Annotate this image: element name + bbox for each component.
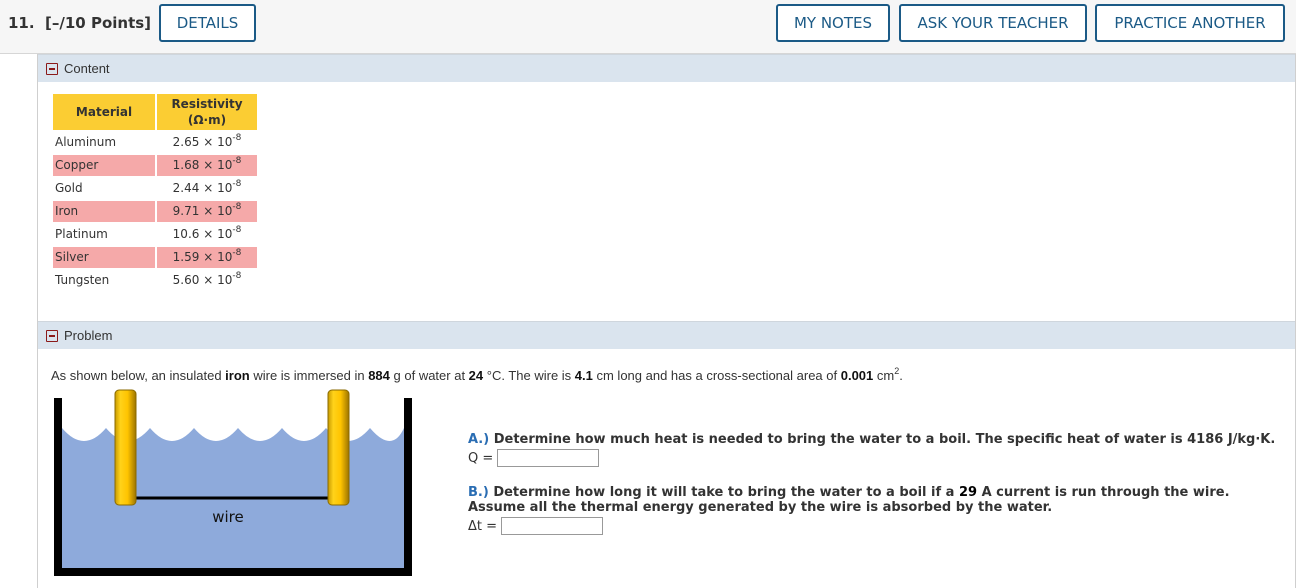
- q-answer-label: Q =: [468, 450, 494, 466]
- wire-material: iron: [225, 368, 250, 383]
- tank-bottom: [54, 568, 412, 576]
- resistivity-cell: 2.65 × 10-8: [172, 133, 242, 150]
- details-button[interactable]: DETAILS: [159, 4, 256, 42]
- q-answer-input[interactable]: [497, 449, 600, 467]
- resistivity-cell: 5.60 × 10-8: [172, 271, 242, 288]
- material-cell: Iron: [53, 201, 155, 222]
- dt-answer-input[interactable]: [501, 517, 604, 535]
- table-row: Copper 1.68 × 10-8: [53, 155, 257, 176]
- column-header-resistivity: Resistivity (Ω·m): [157, 94, 257, 130]
- right-electrode: [327, 389, 350, 506]
- ask-your-teacher-button[interactable]: ASK YOUR TEACHER: [899, 4, 1087, 42]
- material-cell: Tungsten: [55, 273, 110, 287]
- my-notes-button[interactable]: MY NOTES: [776, 4, 890, 42]
- tank-right-wall: [404, 398, 412, 576]
- part-b: B.) Determine how long it will take to b…: [468, 485, 1230, 535]
- question-number-text: 11.: [8, 14, 35, 32]
- problem-section-title: Problem: [64, 328, 113, 343]
- part-b-text-line2: Assume all the thermal energy generated …: [468, 500, 1053, 515]
- table-row: Aluminum 2.65 × 10-8: [53, 132, 257, 153]
- wire-area: 0.001: [840, 368, 874, 383]
- problem-section-header[interactable]: Problem: [38, 321, 1295, 349]
- table-row: Silver 1.59 × 10-8: [53, 247, 257, 268]
- part-a: A.) Determine how much heat is needed to…: [468, 432, 1275, 467]
- wire-label: wire: [212, 508, 244, 526]
- question-body: Content Material Resistivity (Ω·m) Alumi…: [37, 54, 1296, 588]
- wire-in-water-diagram: wire: [54, 389, 412, 576]
- table-row: Iron 9.71 × 10-8: [53, 201, 257, 222]
- content-section-header[interactable]: Content: [38, 54, 1295, 82]
- question-number: 11. [–/10 Points]: [8, 14, 151, 32]
- collapse-icon[interactable]: [46, 62, 58, 75]
- material-cell: Aluminum: [55, 135, 117, 149]
- resistivity-cell: 10.6 × 10-8: [172, 225, 242, 242]
- resistivity-table: Material Resistivity (Ω·m) Aluminum 2.65 …: [51, 92, 259, 293]
- table-row: Tungsten 5.60 × 10-8: [53, 270, 257, 291]
- resistivity-cell: 9.71 × 10-8: [157, 201, 257, 222]
- part-a-text: Determine how much heat is needed to bri…: [489, 432, 1276, 447]
- column-header-material: Material: [53, 94, 155, 130]
- resistivity-cell: 2.44 × 10-8: [172, 179, 242, 196]
- material-cell: Platinum: [55, 227, 108, 241]
- collapse-icon[interactable]: [46, 329, 58, 342]
- water-temperature: 24: [468, 368, 484, 383]
- question-header: 11. [–/10 Points] DETAILS MY NOTES ASK Y…: [0, 0, 1296, 54]
- table-row: Platinum 10.6 × 10-8: [53, 224, 257, 245]
- part-a-label: A.): [468, 432, 490, 447]
- water-mass: 884: [368, 368, 390, 383]
- problem-statement: As shown below, an insulated iron wire i…: [51, 366, 903, 384]
- resistivity-cell: 1.59 × 10-8: [157, 247, 257, 268]
- points-label: [–/10 Points]: [45, 14, 152, 32]
- material-cell: Silver: [53, 247, 155, 268]
- dt-answer-label: Δt =: [468, 518, 498, 534]
- left-electrode: [114, 389, 137, 506]
- resistivity-label: Resistivity: [171, 97, 243, 111]
- current-value: 29: [958, 485, 978, 500]
- resistivity-cell: 1.68 × 10-8: [157, 155, 257, 176]
- material-cell: Gold: [55, 181, 83, 195]
- content-section-title: Content: [64, 61, 110, 76]
- tank-left-wall: [54, 398, 62, 576]
- resistivity-unit: (Ω·m): [187, 113, 227, 127]
- table-row: Gold 2.44 × 10-8: [53, 178, 257, 199]
- wire-length: 4.1: [574, 368, 593, 383]
- material-cell: Copper: [53, 155, 155, 176]
- part-b-label: B.): [468, 485, 489, 500]
- practice-another-button[interactable]: PRACTICE ANOTHER: [1095, 4, 1285, 42]
